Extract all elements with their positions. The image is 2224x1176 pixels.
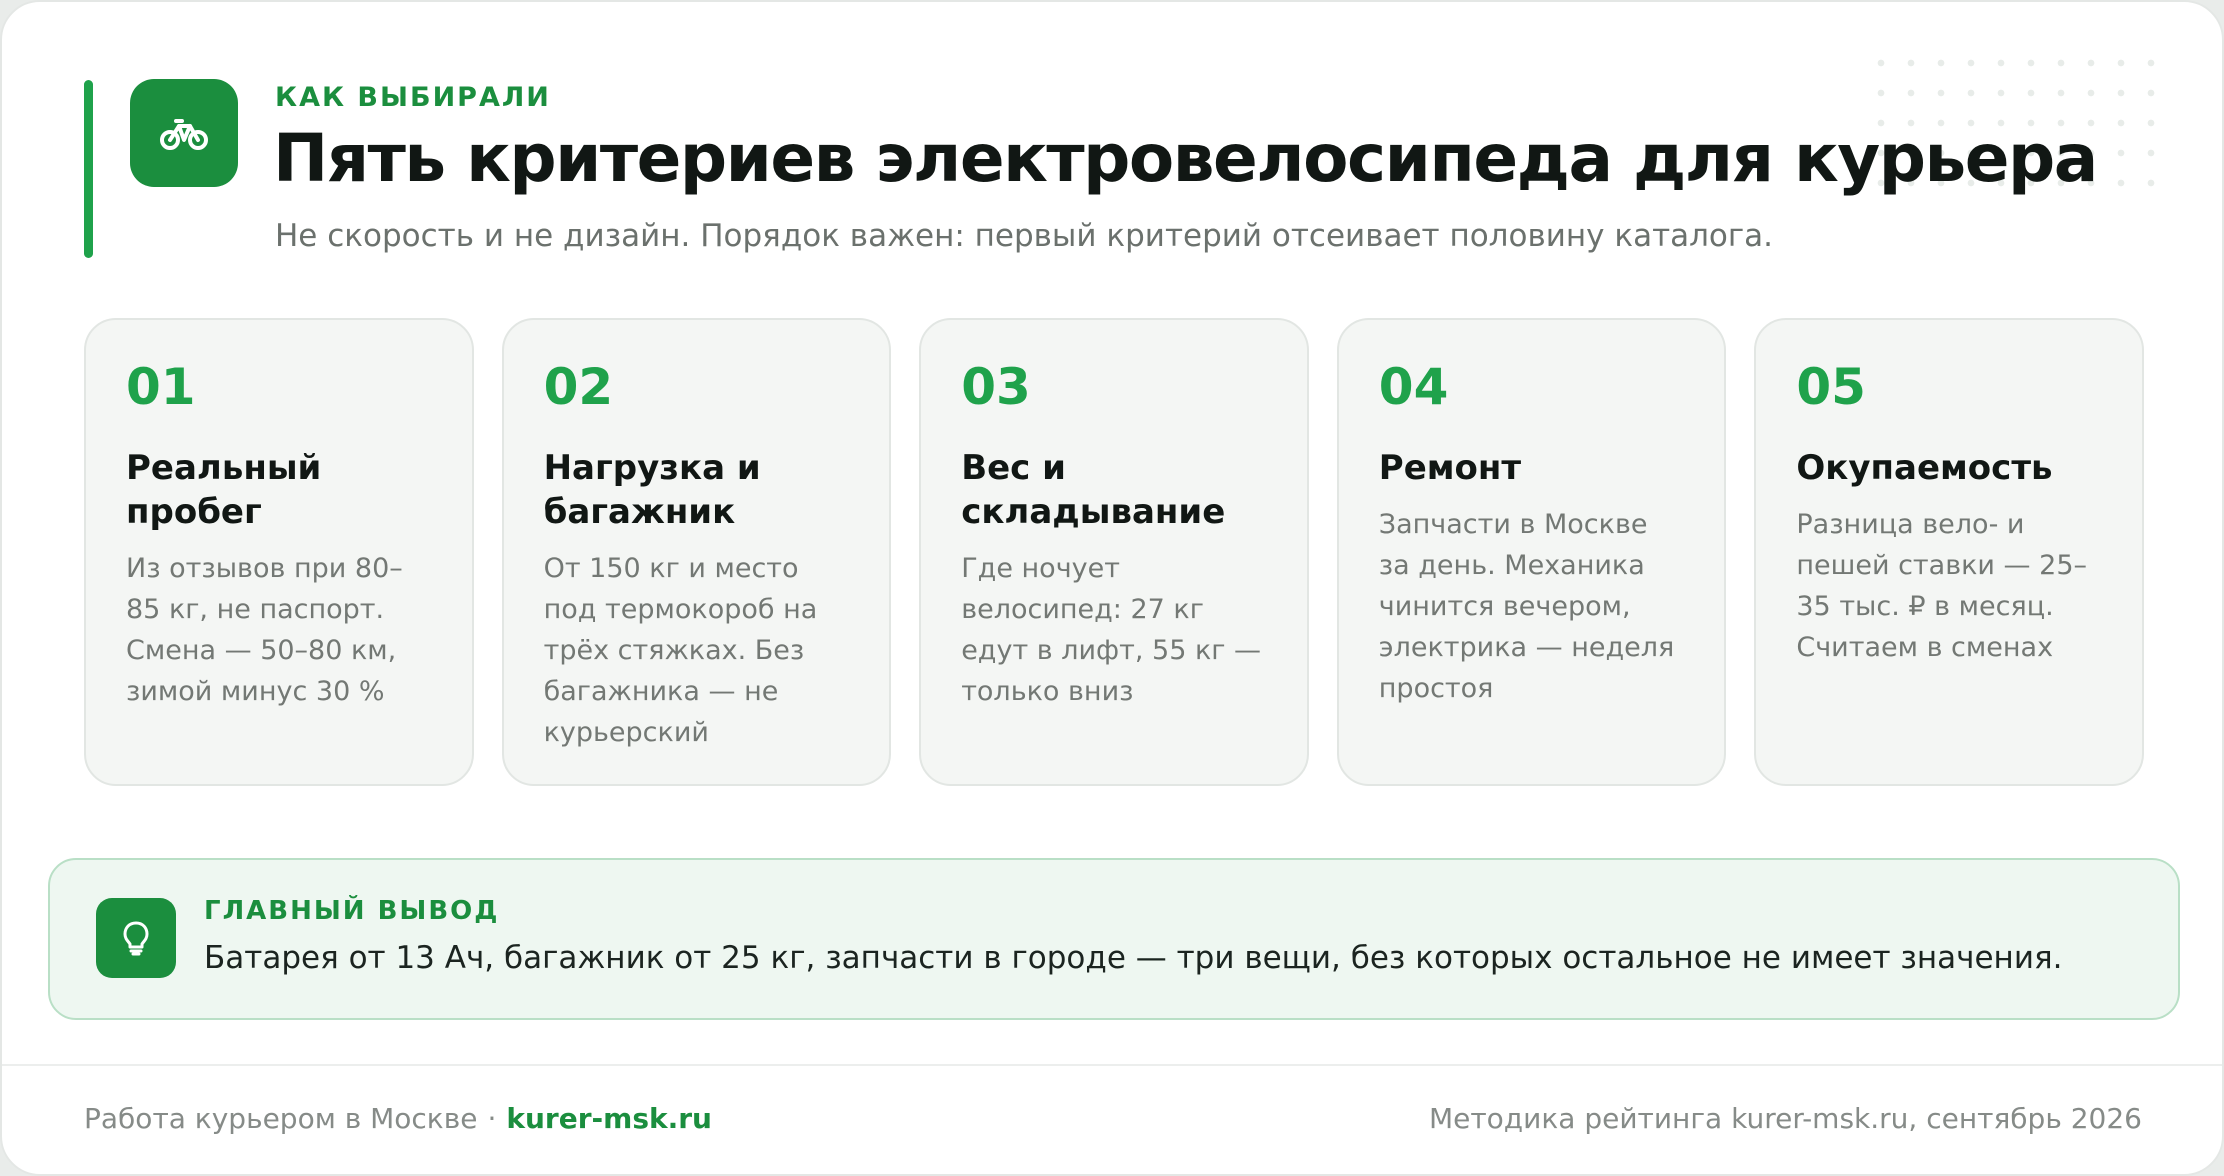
takeaway-label: ГЛАВНЫЙ ВЫВОД	[204, 896, 500, 926]
criterion-description: Разница вело- и пешей ставки — 25–35 тыс…	[1796, 509, 2087, 663]
footer-divider	[2, 1064, 2222, 1066]
criterion-card: 03 Вес и складывание Где ночует велосипе…	[919, 318, 1309, 786]
eyebrow-label: КАК ВЫБИРАЛИ	[275, 82, 551, 113]
footer-methodology-note: Методика рейтинга kurer-msk.ru, сентябрь…	[1428, 1102, 2142, 1135]
criterion-card: 01 Реальный пробег Из отзывов при 80–85 …	[84, 318, 474, 786]
criterion-title: Окупаемость	[1796, 448, 2053, 488]
footer-site-description: Работа курьером в Москве	[84, 1102, 478, 1135]
criterion-title: Вес и складывание	[961, 448, 1226, 532]
key-takeaway-box: ГЛАВНЫЙ ВЫВОД Батарея от 13 Ач, багажник…	[48, 858, 2180, 1020]
criterion-number: 05	[1796, 358, 1866, 416]
infographic-card: КАК ВЫБИРАЛИ Пять критериев электровелос…	[0, 0, 2224, 1176]
criterion-card: 02 Нагрузка и багажник От 150 кг и место…	[501, 318, 892, 786]
criterion-number: 04	[1378, 358, 1449, 416]
footer-site-link[interactable]: kurer-msk.ru	[506, 1102, 712, 1135]
criterion-description: От 150 кг и место под термокороб на трёх…	[543, 553, 818, 748]
criterion-description: Где ночует велосипед: 27 кг едут в лифт,…	[961, 553, 1262, 707]
criterion-card: 05 Окупаемость Разница вело- и пешей ста…	[1754, 318, 2144, 786]
takeaway-text: Батарея от 13 Ач, багажник от 25 кг, зап…	[204, 940, 2063, 976]
criterion-title: Ремонт	[1378, 448, 1522, 488]
footer-source: Работа курьером в Москве · kurer-msk.ru	[84, 1102, 712, 1135]
criterion-number: 01	[126, 358, 196, 416]
page-title: Пять критериев электровелосипеда для кур…	[273, 120, 2098, 197]
page-subtitle: Не скорость и не дизайн. Порядок важен: …	[275, 218, 1774, 254]
criterion-description: Запчасти в Москве за день. Механика чини…	[1378, 509, 1675, 704]
criterion-number: 03	[961, 358, 1031, 416]
accent-bar	[84, 80, 93, 258]
criterion-number: 02	[543, 358, 614, 416]
criterion-description: Из отзывов при 80–85 кг, не паспорт. Сме…	[126, 553, 403, 707]
logo-tile	[130, 79, 238, 187]
footer-separator: ·	[487, 1102, 497, 1135]
criterion-card: 04 Ремонт Запчасти в Москве за день. Мех…	[1336, 318, 1727, 786]
criterion-title: Реальный пробег	[126, 448, 322, 532]
lightbulb-icon	[123, 921, 149, 956]
bicycle-icon	[160, 119, 208, 150]
criteria-list: 01 Реальный пробег Из отзывов при 80–85 …	[84, 318, 2144, 786]
criterion-title: Нагрузка и багажник	[543, 448, 761, 532]
takeaway-icon-tile	[96, 898, 176, 978]
